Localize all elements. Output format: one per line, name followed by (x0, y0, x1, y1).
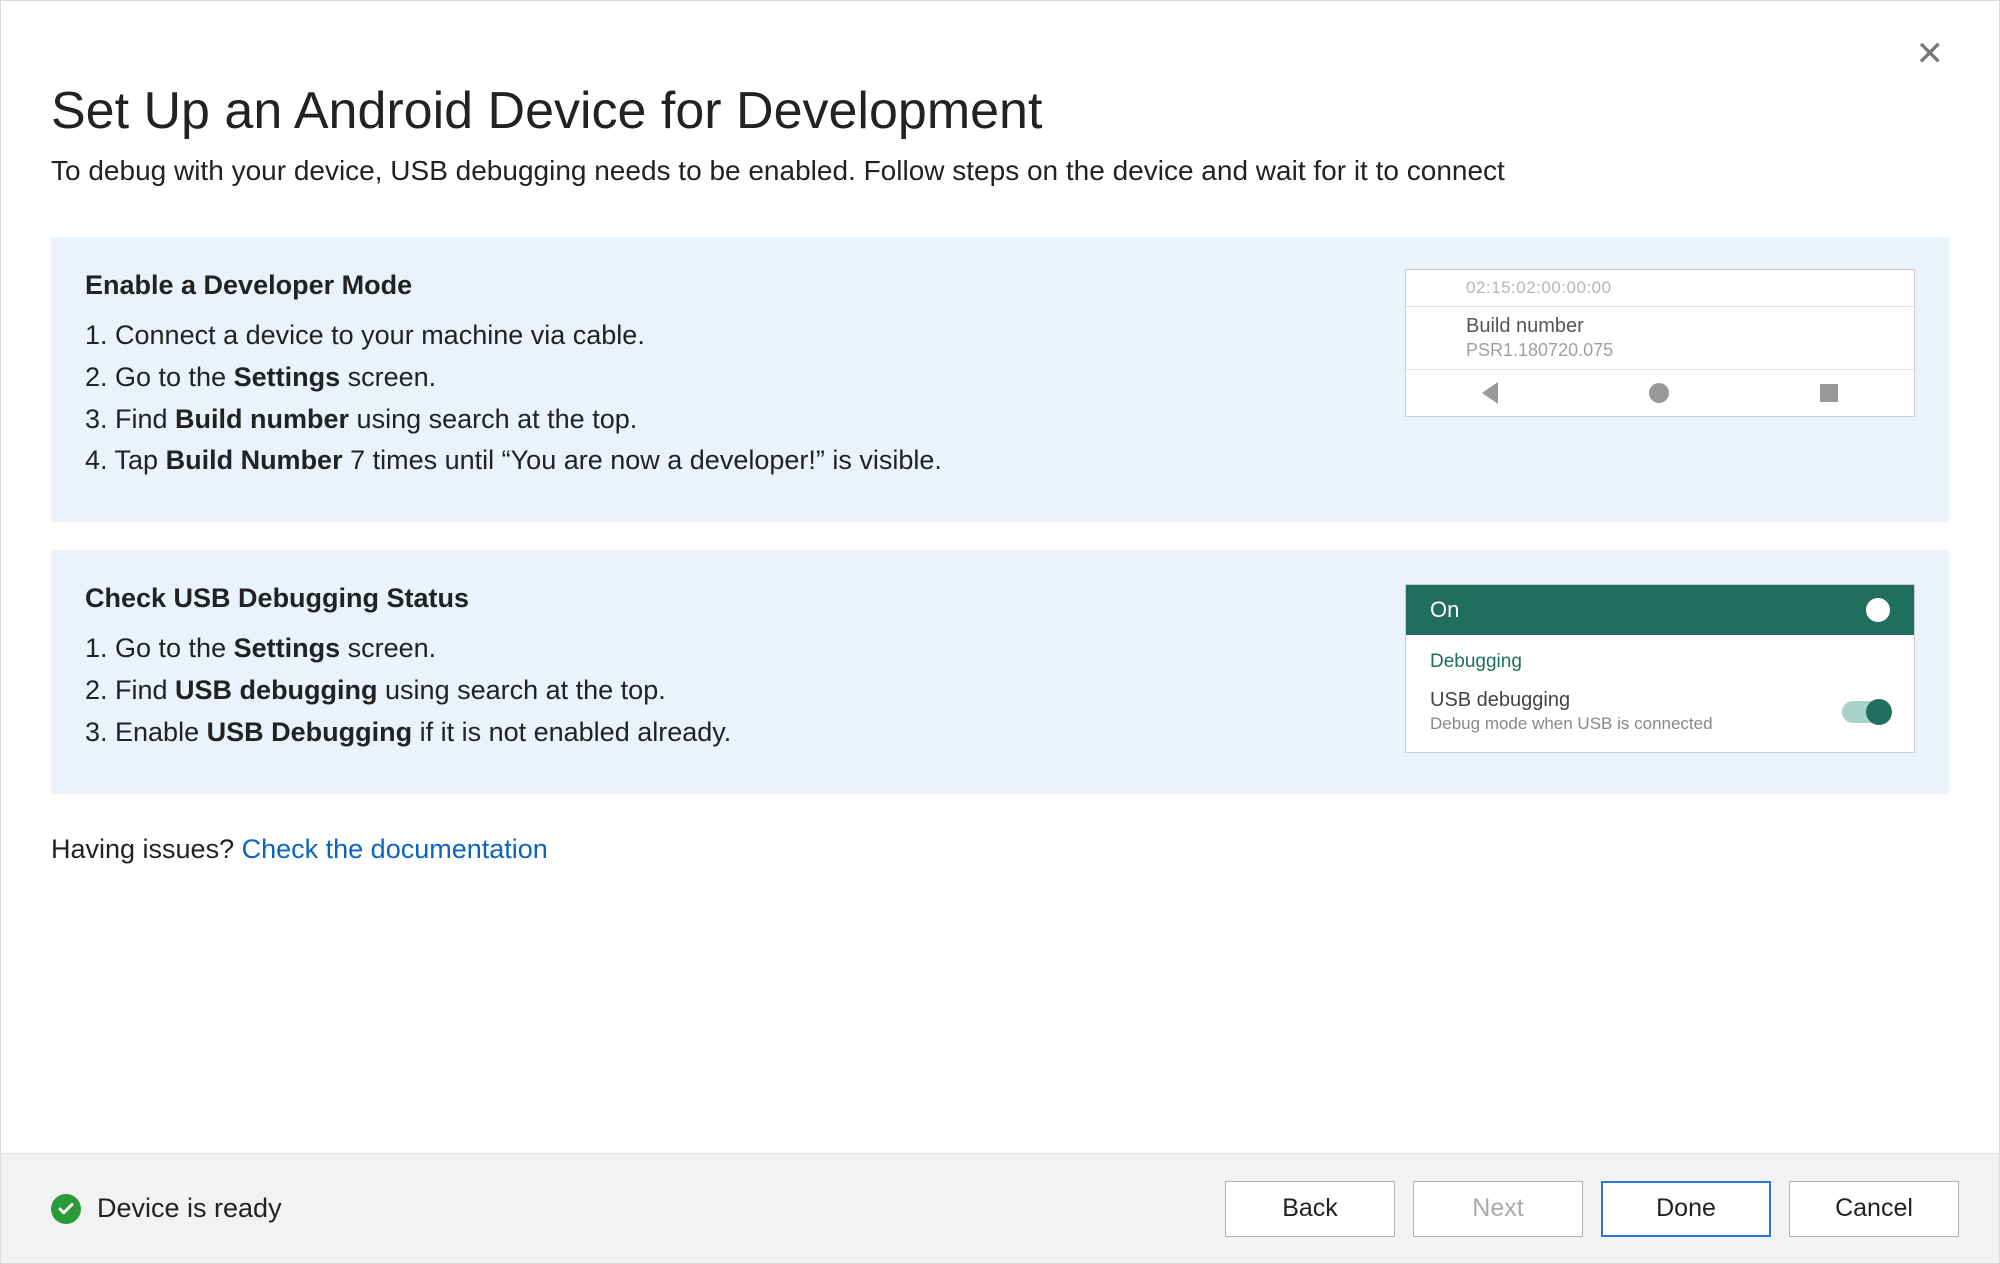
mock2-on-label: On (1430, 597, 1459, 623)
status-text: Device is ready (97, 1193, 282, 1224)
panel2-heading: Check USB Debugging Status (85, 578, 1405, 620)
panel1-step1: 1. Connect a device to your machine via … (85, 315, 1405, 357)
mock2-header-toggle-icon (1866, 598, 1890, 622)
status-area: Device is ready (51, 1193, 282, 1224)
check-circle-icon (51, 1194, 81, 1224)
panel1-text: Enable a Developer Mode 1. Connect a dev… (85, 265, 1405, 482)
close-icon[interactable]: ✕ (1916, 37, 1945, 71)
mock1-truncated: 02:15:02:00:00:00 (1406, 270, 1914, 307)
mock1-build-label: Build number (1466, 315, 1854, 338)
done-button[interactable]: Done (1601, 1181, 1771, 1237)
home-nav-icon (1649, 383, 1669, 403)
cancel-button[interactable]: Cancel (1789, 1181, 1959, 1237)
device-mock-usb-debugging: On Debugging USB debugging Debug mode wh… (1405, 584, 1915, 753)
device-mock-build-number: 02:15:02:00:00:00 Build number PSR1.1807… (1405, 269, 1915, 417)
enable-developer-mode-panel: Enable a Developer Mode 1. Connect a dev… (51, 237, 1949, 522)
mock2-section-label: Debugging (1406, 635, 1914, 683)
panel2-step1: 1. Go to the Settings screen. (85, 628, 1405, 670)
page-subtitle: To debug with your device, USB debugging… (51, 155, 1949, 187)
back-nav-icon (1482, 382, 1498, 404)
panel1-step3: 3. Find Build number using search at the… (85, 399, 1405, 441)
panel2-step2: 2. Find USB debugging using search at th… (85, 670, 1405, 712)
panel1-step4: 4. Tap Build Number 7 times until “You a… (85, 440, 1405, 482)
check-usb-debugging-panel: Check USB Debugging Status 1. Go to the … (51, 550, 1949, 793)
main-content: Set Up an Android Device for Development… (1, 1, 1999, 794)
mock1-build-row: Build number PSR1.180720.075 (1406, 307, 1914, 369)
back-button[interactable]: Back (1225, 1181, 1395, 1237)
mock2-item-title: USB debugging (1430, 689, 1713, 712)
next-button: Next (1413, 1181, 1583, 1237)
page-title: Set Up an Android Device for Development (51, 81, 1949, 141)
mock2-header: On (1406, 585, 1914, 635)
footer-bar: Device is ready Back Next Done Cancel (1, 1153, 1999, 1263)
recent-nav-icon (1820, 384, 1838, 402)
panel2-text: Check USB Debugging Status 1. Go to the … (85, 578, 1405, 753)
mock1-build-value: PSR1.180720.075 (1466, 340, 1613, 360)
mock2-item-subtitle: Debug mode when USB is connected (1430, 714, 1713, 734)
panel1-step2: 2. Go to the Settings screen. (85, 357, 1405, 399)
issues-prefix: Having issues? (51, 834, 242, 864)
panel2-step3: 3. Enable USB Debugging if it is not ena… (85, 712, 1405, 754)
documentation-link[interactable]: Check the documentation (242, 834, 548, 864)
issues-line: Having issues? Check the documentation (1, 822, 1999, 865)
panel1-heading: Enable a Developer Mode (85, 265, 1405, 307)
mock2-toggle-icon (1842, 701, 1890, 723)
mock2-usb-item: USB debugging Debug mode when USB is con… (1406, 683, 1914, 752)
footer-buttons: Back Next Done Cancel (1225, 1181, 1959, 1237)
mock1-navbar (1406, 369, 1914, 416)
